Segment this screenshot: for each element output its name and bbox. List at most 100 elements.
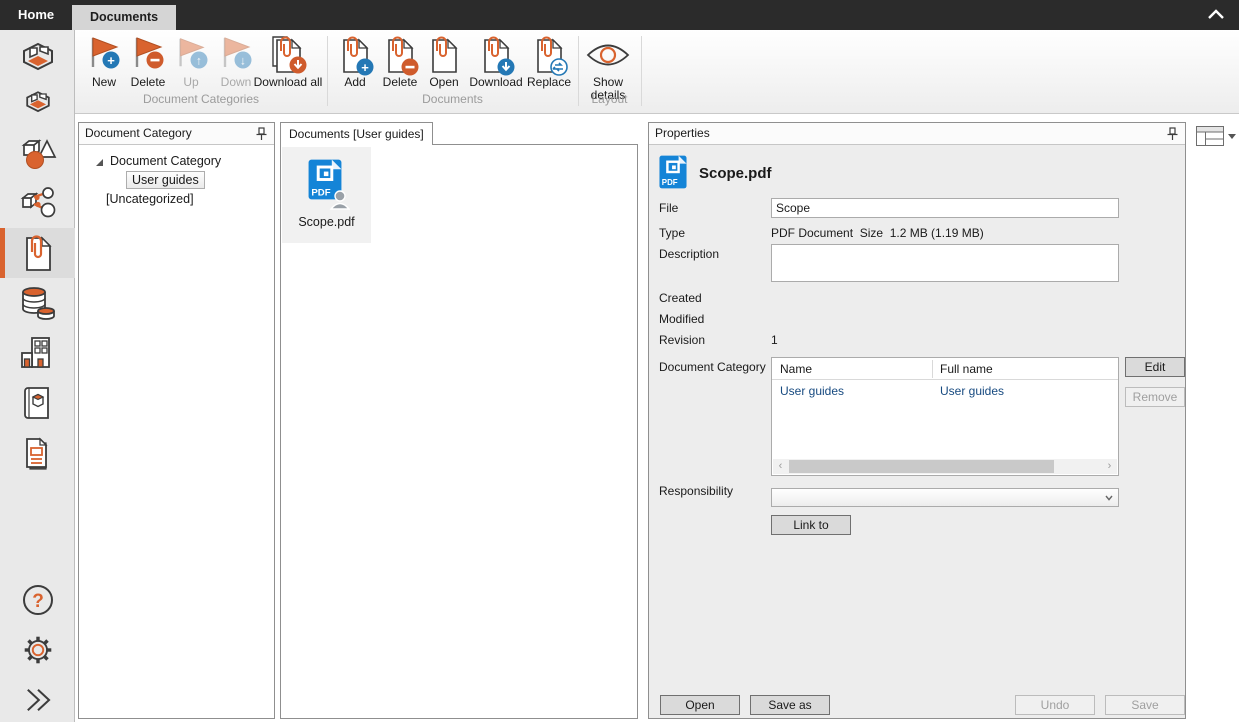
tree-node-uncategorized[interactable]: [Uncategorized] [106,192,194,206]
group-label-layout: Layout [578,92,641,106]
collapse-ribbon-icon[interactable] [1207,8,1227,22]
tree-node-root[interactable]: Document Category [96,154,221,168]
document-item-label: Scope.pdf [298,215,354,229]
chevron-down-icon [1105,495,1113,501]
sidebar-item-relations[interactable] [0,178,75,228]
sidebar-item-structures[interactable] [0,78,75,128]
document-download-icon [466,34,526,76]
horizontal-scrollbar[interactable]: ‹ › [773,459,1117,474]
description-label: Description [659,247,719,261]
file-input[interactable] [771,198,1119,218]
responsibility-label: Responsibility [659,484,733,498]
table-row[interactable]: User guides User guides [772,380,1118,402]
type-label: Type [659,226,685,240]
scroll-left-icon[interactable]: ‹ [773,459,788,474]
tree-node-user-guides[interactable]: User guides [126,171,205,189]
group-separator [641,36,642,106]
cell-full-name[interactable]: User guides [940,384,1004,398]
svg-text:?: ? [32,591,44,612]
document-icon [422,34,466,76]
document-category-label: Document Category [659,360,766,374]
sidebar-item-data[interactable] [0,278,75,328]
document-replace-icon [519,34,579,76]
sidebar-item-model[interactable] [0,33,75,83]
flag-plus-icon: + [82,34,126,76]
layout-selector-button[interactable] [1196,124,1236,148]
shapes-icon [18,133,58,173]
svg-text:↓: ↓ [240,54,246,68]
scroll-right-icon[interactable]: › [1102,459,1117,474]
database-icon [18,283,58,323]
layout-strip [1187,119,1239,722]
move-down-button[interactable]: ↓ Down [214,34,258,89]
sidebar-item-help[interactable]: ? [0,575,75,625]
home-menu[interactable]: Home [18,7,54,22]
sidebar-item-settings[interactable] [0,625,75,675]
document-title: Scope.pdf [699,165,772,182]
column-header-full-name[interactable]: Full name [940,362,993,376]
document-category-table: Name Full name User guides User guides ‹… [771,357,1119,476]
table-header: Name Full name [772,358,1118,380]
revision-value: 1 [771,333,778,347]
sidebar-item-library[interactable] [0,378,75,428]
pin-icon[interactable] [1166,127,1179,141]
sidebar-item-documents[interactable] [0,228,75,278]
documents-panel: Documents [User guides] PDF Scope.pdf [280,122,638,719]
properties-panel-header: Properties [649,123,1185,145]
sidebar-item-objects[interactable] [0,128,75,178]
description-input[interactable] [771,244,1119,282]
gear-icon [19,631,57,669]
cell-name[interactable]: User guides [780,384,844,398]
svg-text:↑: ↑ [196,54,202,68]
scrollbar-thumb[interactable] [789,460,1054,473]
column-header-name[interactable]: Name [780,362,812,376]
pdf-person-icon: PDF [304,159,350,211]
replace-document-button[interactable]: Replace [519,34,579,89]
link-to-button[interactable]: Link to [771,515,851,535]
properties-panel: Properties Scope.pdf File Type PDF Docum… [648,122,1186,719]
edit-button[interactable]: Edit [1125,357,1185,377]
undo-button[interactable]: Undo [1015,695,1095,715]
panel-title: Document Category [85,126,192,140]
flag-minus-icon [123,34,173,76]
sidebar-item-reports[interactable] [0,428,75,478]
chevron-down-icon [1228,134,1236,139]
delete-category-button[interactable]: Delete [123,34,173,89]
save-as-button[interactable]: Save as [750,695,830,715]
document-category-panel-header: Document Category [79,123,274,145]
new-category-button[interactable]: + New [82,34,126,89]
download-document-button[interactable]: Download [466,34,526,89]
tree-expander-icon[interactable] [96,159,103,166]
add-document-button[interactable]: + Add [333,34,377,89]
open-document-button[interactable]: Open [422,34,466,89]
sidebar-item-organization[interactable] [0,328,75,378]
report-pages-icon [19,433,57,473]
sidebar-expand-button[interactable] [0,675,75,725]
ribbon: + New Delete ↑ Up ↓ Down [75,30,1239,114]
save-button[interactable]: Save [1105,695,1185,715]
tab-documents[interactable]: Documents [72,5,176,30]
revision-label: Revision [659,333,705,347]
svg-text:+: + [361,60,369,75]
documents-download-icon [253,34,323,76]
document-paperclip-icon [18,231,58,275]
open-button[interactable]: Open [660,695,740,715]
tab-documents-user-guides[interactable]: Documents [User guides] [280,122,433,145]
remove-button[interactable]: Remove [1125,387,1185,407]
responsibility-select[interactable] [771,488,1119,507]
pin-icon[interactable] [255,127,268,141]
file-label: File [659,201,678,215]
move-up-button[interactable]: ↑ Up [173,34,209,89]
title-bar: Home Documents [0,0,1239,30]
document-item-scope-pdf[interactable]: PDF Scope.pdf [282,147,371,243]
svg-text:+: + [107,53,115,68]
eye-icon [578,34,638,76]
flag-up-icon: ↑ [173,34,209,76]
type-value: PDF Document Size 1.2 MB (1.19 MB) [771,226,984,240]
modified-label: Modified [659,312,704,326]
panel-title: Properties [655,126,710,140]
open-box-icon [18,38,58,78]
documents-list: PDF Scope.pdf [280,144,638,719]
download-all-button[interactable]: Download all [253,34,323,89]
delete-document-button[interactable]: Delete [375,34,425,89]
